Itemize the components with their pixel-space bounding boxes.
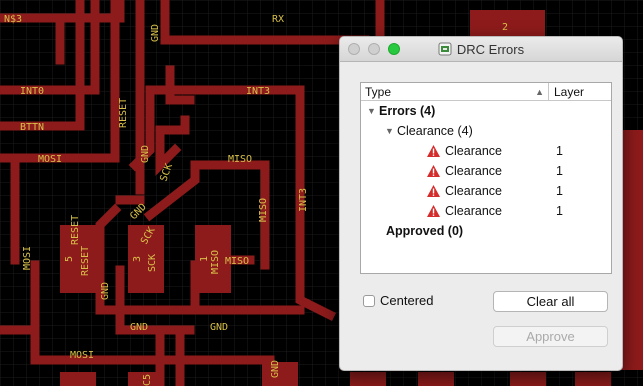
tree-row-errors[interactable]: ▼ Errors (4) [361, 101, 611, 121]
tree-header: Type ▲ Layer [361, 83, 611, 101]
tree-row-clearance-error[interactable]: Clearance 1 [361, 181, 611, 201]
net-label: RESET [80, 246, 91, 276]
column-header-type[interactable]: Type ▲ [361, 83, 549, 100]
net-label: MOSI [22, 246, 33, 270]
column-type-label: Type [365, 84, 392, 99]
net-label: SCK [147, 254, 158, 272]
column-layer-label: Layer [554, 84, 585, 99]
net-label: BTTN [20, 122, 44, 133]
drc-errors-dialog: DRC Errors Type ▲ Layer ▼ Errors (4) ▼ C… [339, 36, 623, 371]
approved-group-label: Approved (0) [386, 224, 464, 238]
net-label: 2 [502, 22, 508, 33]
tree-row-clearance-error[interactable]: Clearance 1 [361, 141, 611, 161]
error-layer-value: 1 [556, 204, 563, 218]
title-bar[interactable]: DRC Errors [340, 37, 622, 62]
net-label: INT3 [246, 86, 270, 97]
net-label: 3 [132, 256, 143, 262]
net-label: 5 [64, 256, 75, 262]
error-layer-value: 1 [556, 184, 563, 198]
centered-option[interactable]: Centered [363, 293, 433, 308]
tree-row-clearance-error[interactable]: Clearance 1 [361, 201, 611, 221]
warning-icon [427, 185, 440, 197]
tree-row-clearance-group[interactable]: ▼ Clearance (4) [361, 121, 611, 141]
net-label: 1 [199, 256, 210, 262]
net-label: RESET [118, 98, 129, 128]
disclosure-triangle-icon[interactable]: ▼ [385, 126, 397, 136]
net-label: GND [130, 322, 148, 333]
error-type-label: Clearance [445, 164, 502, 178]
net-label: GND [100, 282, 111, 300]
window-title-text: DRC Errors [456, 41, 525, 57]
sort-ascending-icon: ▲ [535, 86, 544, 97]
net-label: GND [140, 145, 151, 163]
net-label: GND [270, 360, 281, 378]
tree-row-approved[interactable]: Approved (0) [361, 221, 611, 241]
net-label: INT3 [298, 188, 309, 212]
net-label: MOSI [70, 350, 94, 361]
approve-button[interactable]: Approve [493, 326, 608, 347]
centered-label: Centered [380, 293, 434, 308]
net-label: GND [210, 322, 228, 333]
drc-app-icon [438, 42, 452, 56]
net-label: GND [150, 24, 161, 42]
warning-icon [427, 165, 440, 177]
net-label: RX [272, 14, 284, 25]
warning-icon [427, 205, 440, 217]
net-label: MISO [210, 250, 221, 274]
net-label: MISO [225, 256, 249, 267]
clear-all-button[interactable]: Clear all [493, 291, 608, 312]
error-layer-value: 1 [556, 164, 563, 178]
window-title: DRC Errors [340, 37, 622, 61]
net-label: MISO [228, 154, 252, 165]
net-label: N$3 [4, 14, 22, 25]
error-type-label: Clearance [445, 144, 502, 158]
error-type-label: Clearance [445, 204, 502, 218]
errors-group-label: Errors (4) [379, 104, 436, 118]
error-type-label: Clearance [445, 184, 502, 198]
net-label: C5 [142, 374, 153, 386]
error-layer-value: 1 [556, 144, 563, 158]
tree-row-clearance-error[interactable]: Clearance 1 [361, 161, 611, 181]
warning-icon [427, 145, 440, 157]
column-header-layer[interactable]: Layer [549, 83, 584, 100]
net-label: RESET [70, 215, 81, 245]
clearance-group-label: Clearance (4) [397, 124, 473, 138]
net-label: MISO [258, 198, 269, 222]
centered-checkbox[interactable] [363, 294, 375, 307]
net-label: MOSI [38, 154, 62, 165]
net-label: INT0 [20, 86, 44, 97]
disclosure-triangle-icon[interactable]: ▼ [367, 106, 379, 116]
drc-error-tree[interactable]: Type ▲ Layer ▼ Errors (4) ▼ Clearance (4… [360, 82, 612, 274]
